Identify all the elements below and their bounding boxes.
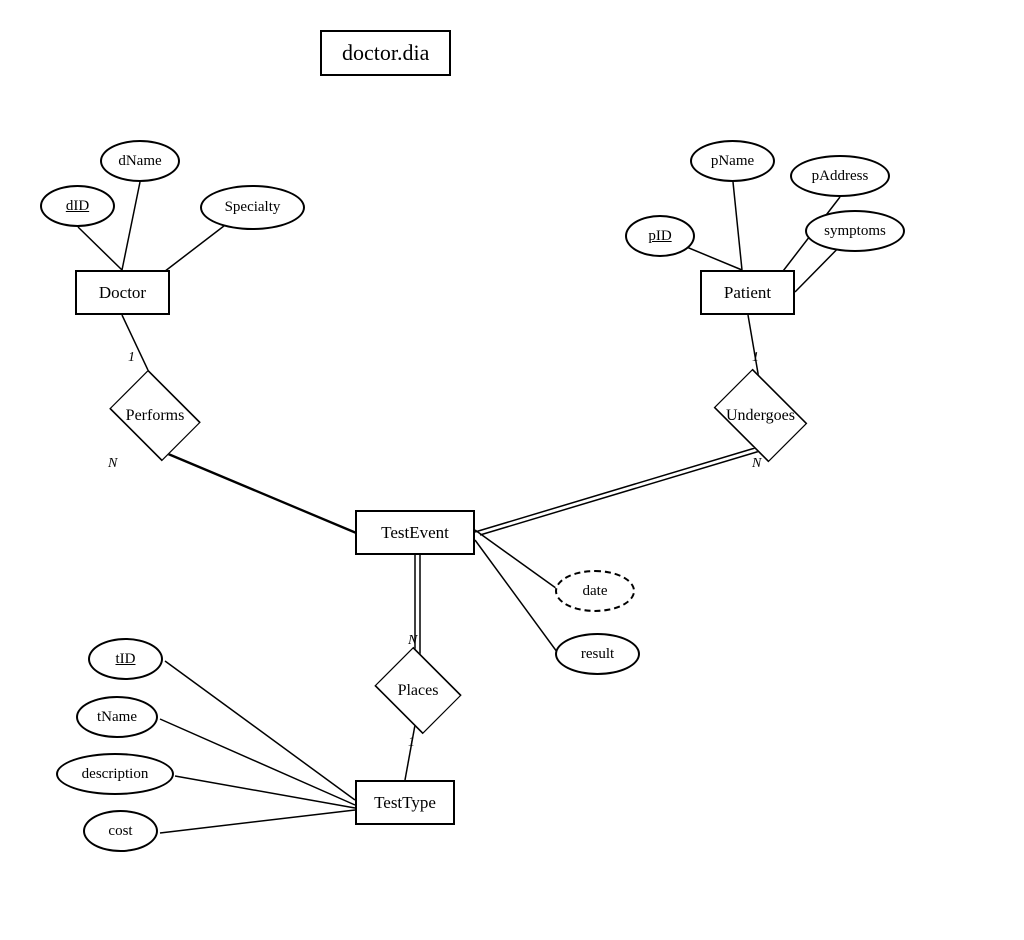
- relationship-places: Places: [363, 658, 473, 723]
- entity-testevent: TestEvent: [355, 510, 475, 555]
- entity-doctor: Doctor: [75, 270, 170, 315]
- attr-tid: tID: [88, 638, 163, 680]
- attr-pname: pName: [690, 140, 775, 182]
- cardinality-places-n: N: [408, 633, 417, 649]
- attr-dname: dName: [100, 140, 180, 182]
- entity-testtype: TestType: [355, 780, 455, 825]
- entity-patient: Patient: [700, 270, 795, 315]
- cardinality-undergoes-n: N: [752, 456, 761, 472]
- diagram-title: doctor.dia: [320, 30, 451, 76]
- er-diagram: doctor.dia Doctor Patient TestEvent Test…: [0, 0, 1024, 940]
- attr-date: date: [555, 570, 635, 612]
- attr-cost: cost: [83, 810, 158, 852]
- relationship-undergoes: Undergoes: [698, 383, 823, 448]
- attr-tname: tName: [76, 696, 158, 738]
- relationship-performs: Performs: [95, 383, 215, 448]
- attr-paddress: pAddress: [790, 155, 890, 197]
- attr-symptoms: symptoms: [805, 210, 905, 252]
- cardinality-performs-1: 1: [128, 350, 135, 366]
- attr-description: description: [56, 753, 174, 795]
- attr-pid: pID: [625, 215, 695, 257]
- attr-specialty: Specialty: [200, 185, 305, 230]
- cardinality-places-1: 1: [408, 735, 415, 751]
- attr-did: dID: [40, 185, 115, 227]
- cardinality-performs-n: N: [108, 456, 117, 472]
- attr-result: result: [555, 633, 640, 675]
- cardinality-undergoes-1: 1: [752, 350, 759, 366]
